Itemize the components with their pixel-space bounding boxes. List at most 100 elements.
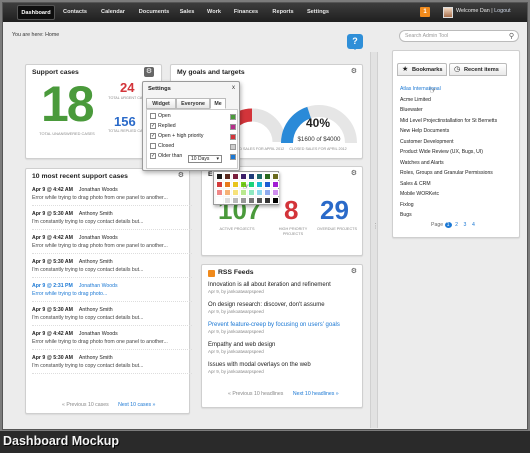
rss-headline[interactable]: Empathy and web design: [208, 342, 358, 348]
search-icon[interactable]: ⚲: [509, 32, 514, 41]
tab-me[interactable]: Me: [210, 98, 226, 109]
gear-icon[interactable]: ⚙: [144, 67, 154, 77]
avatar[interactable]: [443, 7, 453, 18]
list-item[interactable]: Apr 9 @ 5:30 AM Anthony Smith I'm constant…: [32, 354, 192, 374]
color-cell[interactable]: [256, 197, 263, 204]
color-cell[interactable]: [264, 173, 271, 180]
settings-option[interactable]: Open: [150, 112, 171, 121]
nav-calendar[interactable]: Calendar: [95, 5, 131, 20]
checkbox[interactable]: ✓: [150, 132, 156, 139]
color-cell[interactable]: [224, 173, 231, 180]
color-cell[interactable]: [264, 197, 271, 204]
list-item[interactable]: Bugs: [400, 212, 412, 218]
color-cell[interactable]: [272, 189, 279, 196]
color-cell[interactable]: [224, 197, 231, 204]
logout-link[interactable]: Logout: [494, 8, 511, 14]
checkbox[interactable]: ✓: [150, 122, 156, 129]
list-item[interactable]: Sales & CRM: [400, 181, 431, 187]
gear-icon[interactable]: ⚙: [178, 172, 184, 180]
color-swatch[interactable]: [230, 154, 236, 160]
gear-icon[interactable]: ⚙: [351, 68, 357, 76]
color-cell[interactable]: [224, 181, 231, 188]
list-item[interactable]: Apr 9 @ 4:42 AM Jonathan Woods Error while…: [32, 330, 192, 350]
list-item[interactable]: Apr 9 @ 4:42 AM Jonathan Woods Error while…: [32, 186, 192, 206]
color-cell[interactable]: [248, 197, 255, 204]
list-item[interactable]: New Help Documents: [400, 128, 449, 134]
page-1[interactable]: 1: [444, 222, 452, 228]
nav-finances[interactable]: Finances: [229, 5, 263, 20]
color-cell[interactable]: [216, 181, 223, 188]
color-cell[interactable]: [216, 197, 223, 204]
color-cell[interactable]: [232, 189, 239, 196]
color-cell[interactable]: [240, 173, 247, 180]
list-item[interactable]: Innovation is all about iteration and re…: [208, 282, 358, 294]
nav-reports[interactable]: Reports: [266, 5, 300, 20]
checkbox[interactable]: ✓: [150, 152, 156, 159]
list-item[interactable]: Mid Level Projectinstallation for St Ber…: [400, 118, 497, 124]
rss-headline[interactable]: Prevent feature-creep by focusing on use…: [208, 322, 358, 328]
tab-recent-items[interactable]: ◷ Recent items: [449, 63, 507, 76]
settings-option[interactable]: ✓ Open + high priority: [150, 132, 203, 141]
color-swatch[interactable]: [230, 114, 236, 120]
prev-cases-link[interactable]: « Previous 10 cases: [62, 402, 109, 408]
list-item[interactable]: Fixlog: [400, 202, 414, 208]
color-cell[interactable]: [216, 189, 223, 196]
list-item[interactable]: Apr 9 @ 5:30 AM Anthony Smith I'm constant…: [32, 258, 192, 278]
next-headlines-link[interactable]: Next 10 headlines »: [293, 391, 339, 397]
help-icon[interactable]: ?: [347, 34, 363, 50]
panel-splitter[interactable]: ⋮: [370, 52, 379, 428]
settings-option[interactable]: Closed: [150, 142, 174, 151]
drag-handle-icon[interactable]: ⋮: [372, 222, 379, 230]
nav-contacts[interactable]: Contacts: [58, 5, 92, 20]
close-icon[interactable]: x: [232, 85, 235, 91]
next-cases-link[interactable]: Next 10 cases »: [118, 402, 155, 408]
list-item[interactable]: Product Wide Review (UX, Bugs, UI): [400, 149, 483, 155]
gear-icon[interactable]: ⚙: [351, 170, 357, 178]
color-cell[interactable]: [256, 173, 263, 180]
settings-option[interactable]: ✓ Replied: [150, 122, 176, 131]
list-item[interactable]: Apr 9 @ 5:30 AM Anthony Smith I'm constant…: [32, 210, 192, 230]
list-item[interactable]: Prevent feature-creep by focusing on use…: [208, 322, 358, 334]
rss-headline[interactable]: Innovation is all about iteration and re…: [208, 282, 358, 288]
color-cell[interactable]: [272, 181, 279, 188]
list-item[interactable]: Mobile WORKetc: [400, 191, 439, 197]
days-select[interactable]: 10 Days ▾: [188, 155, 222, 163]
color-cell[interactable]: [272, 173, 279, 180]
list-item[interactable]: Roles, Groups and Granular Permissions: [400, 170, 493, 176]
list-item[interactable]: Bluewater: [400, 107, 423, 113]
settings-option[interactable]: ✓ Older than: [150, 152, 182, 161]
nav-settings[interactable]: Settings: [303, 5, 333, 20]
notification-badge[interactable]: 1: [420, 7, 430, 17]
color-cell[interactable]: [256, 189, 263, 196]
checkbox[interactable]: [150, 142, 156, 149]
color-swatch[interactable]: [230, 144, 236, 150]
breadcrumb-home[interactable]: Home: [45, 32, 59, 38]
search-input[interactable]: Search Admin Tool ⚲: [399, 30, 519, 42]
checkbox[interactable]: [150, 112, 156, 119]
nav-sales[interactable]: Sales: [175, 5, 199, 20]
list-item[interactable]: Apr 9 @ 2:31 PM Jonathan Woods Error while…: [32, 282, 192, 302]
list-item[interactable]: Apr 9 @ 4:42 AM Jonathan Woods Error while…: [32, 234, 192, 254]
color-cell[interactable]: [216, 173, 223, 180]
color-cell[interactable]: [248, 173, 255, 180]
list-item[interactable]: Watches and Alarts: [400, 160, 444, 166]
color-cell[interactable]: [264, 189, 271, 196]
color-cell[interactable]: [264, 181, 271, 188]
list-item[interactable]: Customer Development: [400, 139, 454, 145]
color-cell[interactable]: [232, 173, 239, 180]
list-item[interactable]: Empathy and web design Apr 9, by jankoatw…: [208, 342, 358, 354]
list-item[interactable]: On design research: discover, don't assu…: [208, 302, 358, 314]
rss-headline[interactable]: On design research: discover, don't assu…: [208, 302, 358, 308]
page-2[interactable]: 2: [453, 222, 460, 228]
color-cell[interactable]: [272, 197, 279, 204]
color-cell[interactable]: [232, 197, 239, 204]
prev-headlines-link[interactable]: « Previous 10 headlines: [228, 391, 283, 397]
list-item[interactable]: Apr 9 @ 5:30 AM Anthony Smith I'm constant…: [32, 306, 192, 326]
color-cell[interactable]: [232, 181, 239, 188]
tab-widget[interactable]: Widget: [146, 98, 176, 109]
color-cell[interactable]: [240, 197, 247, 204]
nav-work[interactable]: Work: [202, 5, 226, 20]
nav-dashboard[interactable]: Dashboard: [17, 5, 55, 20]
nav-documents[interactable]: Documents: [134, 5, 174, 20]
color-swatch[interactable]: [230, 124, 236, 130]
